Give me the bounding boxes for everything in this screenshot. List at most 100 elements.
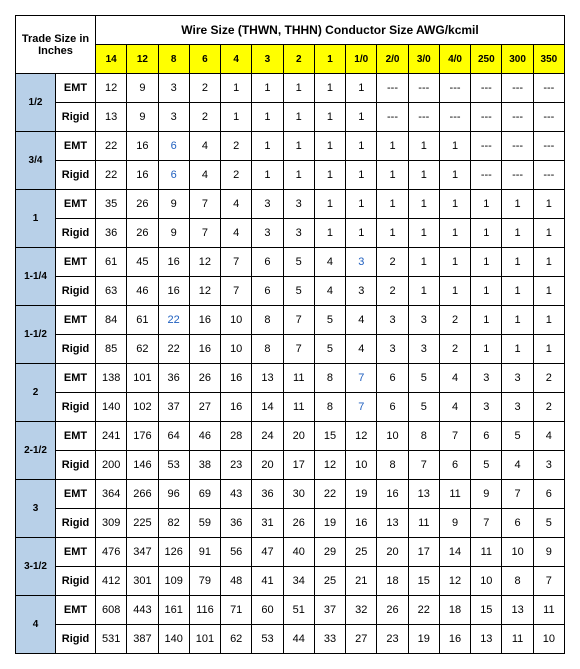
value-cell: 22 <box>408 596 439 625</box>
value-cell: 1 <box>439 248 470 277</box>
value-cell: 43 <box>221 480 252 509</box>
value-cell: 387 <box>127 625 158 654</box>
value-cell: 1 <box>283 103 314 132</box>
value-cell: 10 <box>471 567 502 596</box>
value-cell: 1 <box>346 103 377 132</box>
value-cell: 101 <box>127 364 158 393</box>
value-cell: 5 <box>408 364 439 393</box>
value-cell: 1 <box>283 132 314 161</box>
value-cell: 1 <box>502 277 533 306</box>
value-cell: 12 <box>189 277 220 306</box>
value-cell: 1 <box>533 306 564 335</box>
value-cell: 20 <box>283 422 314 451</box>
value-cell: 12 <box>439 567 470 596</box>
value-cell: 109 <box>158 567 189 596</box>
value-cell: 44 <box>283 625 314 654</box>
value-cell: 1 <box>533 277 564 306</box>
value-cell: 6 <box>252 248 283 277</box>
value-cell: 35 <box>96 190 127 219</box>
value-cell: 1 <box>502 306 533 335</box>
value-cell: --- <box>471 74 502 103</box>
value-cell: 1 <box>533 219 564 248</box>
value-cell: 3 <box>377 306 408 335</box>
value-cell: 36 <box>252 480 283 509</box>
value-cell: 3 <box>502 393 533 422</box>
value-cell: 1 <box>346 190 377 219</box>
value-cell: 14 <box>252 393 283 422</box>
value-cell: 3 <box>408 306 439 335</box>
value-cell: 146 <box>127 451 158 480</box>
value-cell: 16 <box>377 480 408 509</box>
value-cell: 7 <box>221 248 252 277</box>
value-cell: 59 <box>189 509 220 538</box>
value-cell: 10 <box>377 422 408 451</box>
value-cell: 36 <box>158 364 189 393</box>
value-cell: 7 <box>439 422 470 451</box>
value-cell: 1 <box>439 219 470 248</box>
value-cell: 1 <box>314 219 345 248</box>
value-cell: 225 <box>127 509 158 538</box>
conduit-type: EMT <box>56 132 96 161</box>
value-cell: 13 <box>471 625 502 654</box>
conduit-type: EMT <box>56 422 96 451</box>
value-cell: 13 <box>502 596 533 625</box>
value-cell: 8 <box>314 393 345 422</box>
value-cell: 36 <box>96 219 127 248</box>
conduit-type: Rigid <box>56 625 96 654</box>
value-cell: 61 <box>96 248 127 277</box>
value-cell: 9 <box>439 509 470 538</box>
value-cell: --- <box>533 161 564 190</box>
value-cell: 22 <box>158 335 189 364</box>
value-cell: 13 <box>377 509 408 538</box>
value-cell: 1 <box>502 219 533 248</box>
value-cell: 15 <box>408 567 439 596</box>
value-cell: 1 <box>408 277 439 306</box>
value-cell: 38 <box>189 451 220 480</box>
value-cell: 2 <box>377 248 408 277</box>
value-cell: 1 <box>439 132 470 161</box>
value-cell: 63 <box>96 277 127 306</box>
col-header-4-0: 4/0 <box>439 45 470 74</box>
value-cell: 1 <box>252 132 283 161</box>
value-cell: 7 <box>189 219 220 248</box>
value-cell: 12 <box>96 74 127 103</box>
value-cell: 34 <box>283 567 314 596</box>
value-cell: 96 <box>158 480 189 509</box>
value-cell: 10 <box>533 625 564 654</box>
trade-size-2-1-2: 2-1/2 <box>16 422 56 480</box>
value-cell: 3 <box>158 74 189 103</box>
value-cell: 8 <box>314 364 345 393</box>
value-cell: 7 <box>408 451 439 480</box>
value-cell: 140 <box>96 393 127 422</box>
value-cell: 47 <box>252 538 283 567</box>
value-cell: 16 <box>127 132 158 161</box>
value-cell: 1 <box>377 219 408 248</box>
col-header-350: 350 <box>533 45 564 74</box>
value-cell: 16 <box>189 306 220 335</box>
value-cell: 9 <box>158 190 189 219</box>
col-header-3: 3 <box>252 45 283 74</box>
value-cell: 60 <box>252 596 283 625</box>
conduit-type: EMT <box>56 306 96 335</box>
value-cell: 4 <box>314 248 345 277</box>
value-cell: 9 <box>471 480 502 509</box>
value-cell: 85 <box>96 335 127 364</box>
value-cell: 9 <box>533 538 564 567</box>
value-cell: 8 <box>252 335 283 364</box>
value-cell: 12 <box>189 248 220 277</box>
value-cell: 6 <box>502 509 533 538</box>
value-cell: 2 <box>439 335 470 364</box>
value-cell: 3 <box>283 190 314 219</box>
value-cell: 364 <box>96 480 127 509</box>
value-cell: --- <box>471 132 502 161</box>
value-cell: 1 <box>314 74 345 103</box>
value-cell: 531 <box>96 625 127 654</box>
value-cell: 1 <box>346 219 377 248</box>
value-cell: 61 <box>127 306 158 335</box>
value-cell: 7 <box>283 335 314 364</box>
value-cell: 17 <box>283 451 314 480</box>
value-cell: 2 <box>377 277 408 306</box>
value-cell: 1 <box>502 190 533 219</box>
value-cell: 3 <box>471 364 502 393</box>
value-cell: 10 <box>502 538 533 567</box>
